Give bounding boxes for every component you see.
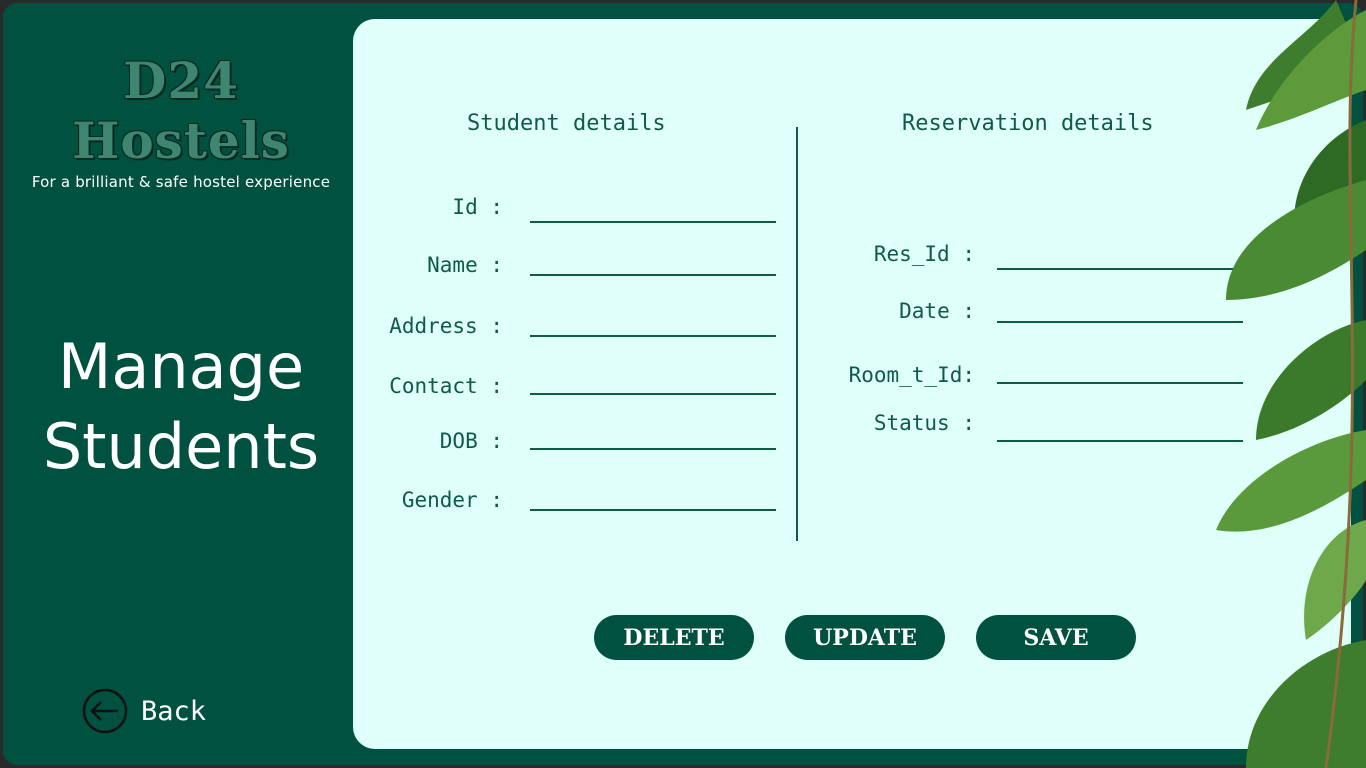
save-button[interactable]: SAVE xyxy=(976,615,1136,660)
room-type-id-label: Room_t_Id: xyxy=(848,363,975,387)
app-window: D24 Hostels For a brilliant & safe hoste… xyxy=(3,3,1363,765)
logo: D24 Hostels xyxy=(72,51,290,170)
room-type-id-field[interactable] xyxy=(997,360,1243,384)
res-id-label: Res_Id : xyxy=(873,242,975,266)
gender-field[interactable] xyxy=(530,487,776,511)
address-field[interactable] xyxy=(530,313,776,337)
contact-field[interactable] xyxy=(530,371,776,395)
student-details-title: Student details xyxy=(467,111,666,136)
page-title: Manage Students xyxy=(3,327,359,487)
back-label: Back xyxy=(141,695,207,727)
update-button[interactable]: UPDATE xyxy=(785,615,945,660)
name-label: Name : xyxy=(427,253,503,277)
date-field[interactable] xyxy=(997,299,1243,323)
gender-label: Gender : xyxy=(401,488,503,512)
delete-button[interactable]: DELETE xyxy=(594,615,754,660)
back-arrow-icon xyxy=(82,688,128,734)
contact-label: Contact : xyxy=(389,374,503,398)
res-id-field[interactable] xyxy=(997,246,1243,270)
tagline: For a brilliant & safe hostel experience xyxy=(31,173,331,191)
page-title-line1: Manage xyxy=(57,330,305,403)
status-field[interactable] xyxy=(997,418,1243,442)
dob-label: DOB : xyxy=(439,429,503,453)
reservation-details-title: Reservation details xyxy=(902,111,1154,136)
section-divider xyxy=(796,127,798,541)
dob-field[interactable] xyxy=(530,426,776,450)
form-panel: Student details Reservation details Id :… xyxy=(353,19,1351,749)
id-label: Id : xyxy=(452,195,503,219)
page-title-line2: Students xyxy=(42,410,320,483)
date-label: Date : xyxy=(899,299,975,323)
id-field[interactable] xyxy=(530,199,776,223)
name-field[interactable] xyxy=(530,252,776,276)
address-label: Address : xyxy=(389,314,503,338)
back-button[interactable]: Back xyxy=(81,687,206,735)
status-label: Status : xyxy=(873,411,975,435)
brand: D24 Hostels For a brilliant & safe hoste… xyxy=(13,51,349,191)
